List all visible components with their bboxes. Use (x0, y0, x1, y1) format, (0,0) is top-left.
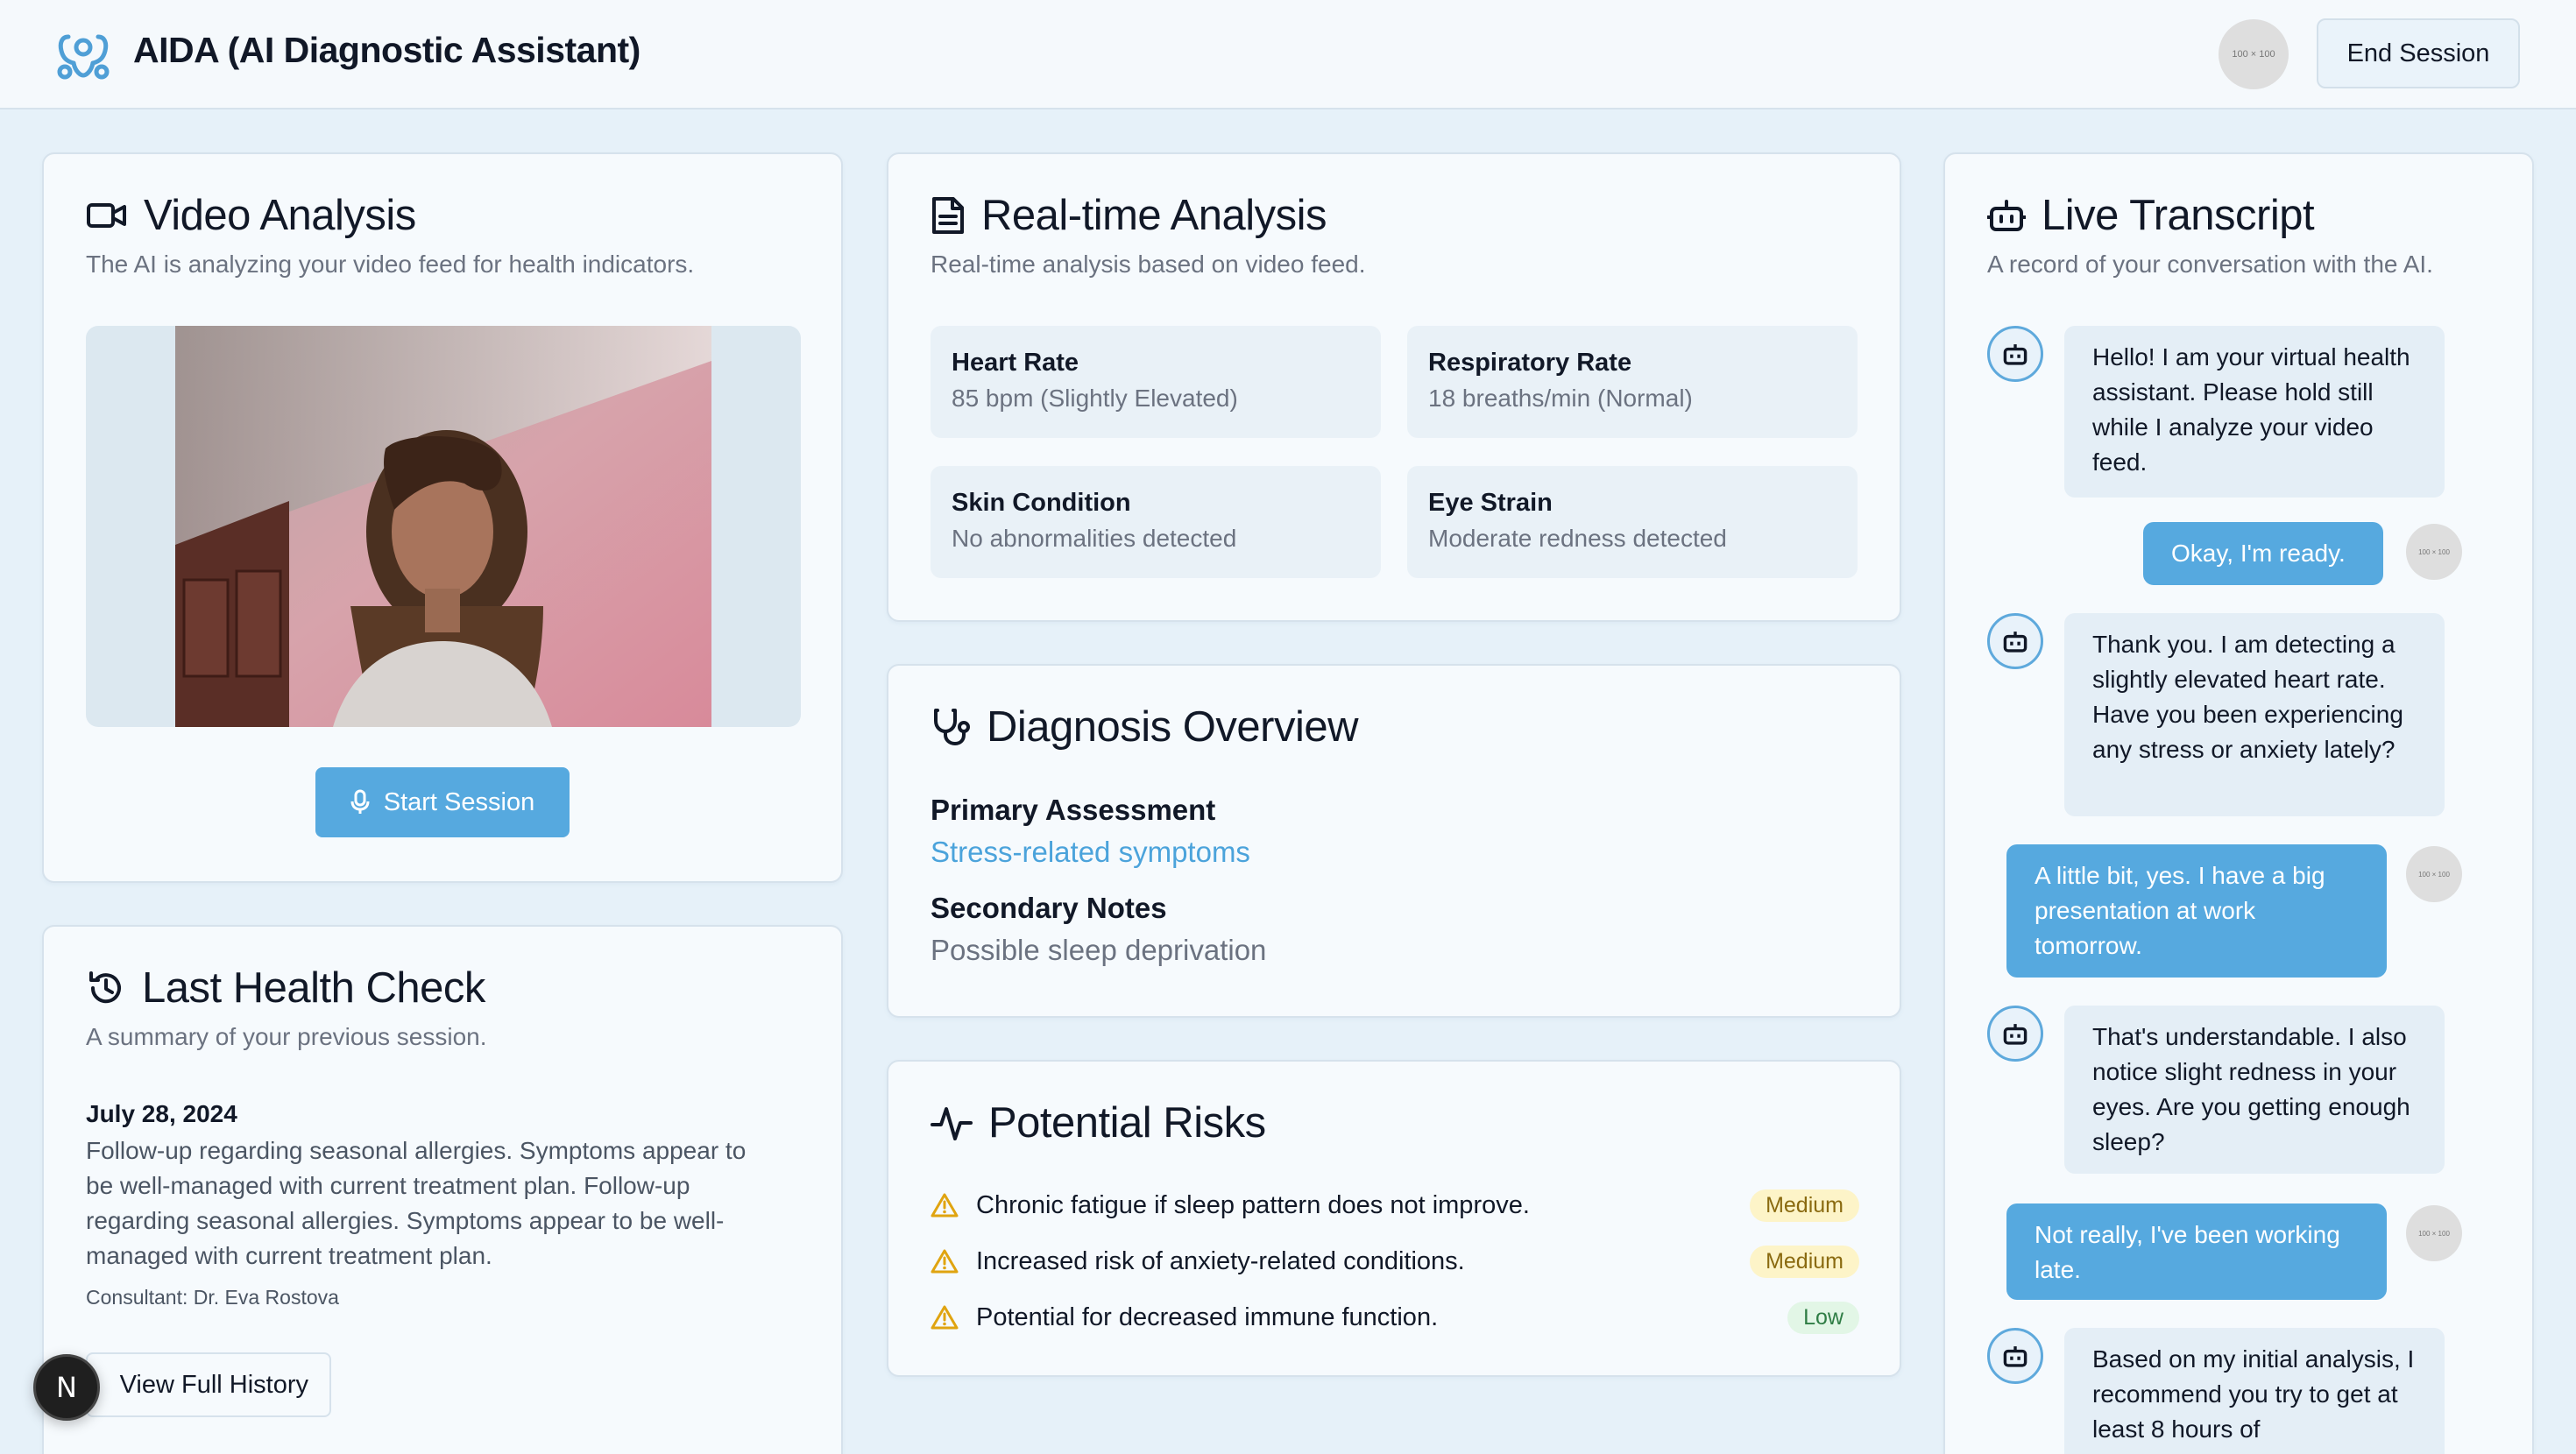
metric-value: Moderate redness detected (1428, 525, 1727, 552)
live-transcript-title: Live Transcript (2042, 192, 2315, 239)
secondary-notes-value: Possible sleep deprivation (931, 934, 1267, 966)
devtools-badge[interactable]: N (33, 1354, 100, 1421)
bot-icon (2003, 344, 2028, 365)
ai-avatar (1987, 1006, 2043, 1062)
diagnosis-overview-card: Diagnosis Overview Primary Assessment St… (887, 664, 1901, 1018)
metric-heart-rate: Heart Rate 85 bpm (Slightly Elevated) (931, 326, 1381, 438)
ai-message: Thank you. I am detecting a slightly ele… (2064, 613, 2445, 816)
risk-level-badge: Medium (1750, 1245, 1859, 1278)
last-health-check-card: Last Health Check A summary of your prev… (42, 925, 843, 1454)
live-transcript-card: Live Transcript A record of your convers… (1943, 152, 2534, 1454)
check-date: July 28, 2024 (86, 1100, 237, 1127)
document-icon (932, 197, 964, 234)
risk-level-badge: Medium (1750, 1189, 1859, 1222)
user-avatar[interactable]: 100 × 100 (2219, 19, 2289, 89)
warning-triangle-icon (931, 1305, 959, 1330)
metric-label: Heart Rate (952, 349, 1079, 377)
warning-triangle-icon (931, 1193, 959, 1218)
consultant-name: Consultant: Dr. Eva Rostova (86, 1286, 339, 1309)
bot-icon (1987, 200, 2026, 231)
realtime-analysis-heading: Real-time Analysis (931, 191, 1327, 240)
video-analysis-heading: Video Analysis (86, 191, 416, 240)
start-session-button[interactable]: Start Session (315, 767, 570, 837)
video-camera-icon (87, 203, 126, 228)
risk-text: Increased risk of anxiety-related condit… (976, 1246, 1465, 1275)
metric-label: Eye Strain (1428, 489, 1553, 517)
user-avatar: 100 × 100 (2406, 1205, 2462, 1261)
metric-eye-strain: Eye Strain Moderate redness detected (1407, 466, 1858, 578)
realtime-analysis-card: Real-time Analysis Real-time analysis ba… (887, 152, 1901, 622)
metric-value: 85 bpm (Slightly Elevated) (952, 385, 1238, 412)
video-analysis-card: Video Analysis The AI is analyzing your … (42, 152, 843, 883)
live-transcript-subtitle: A record of your conversation with the A… (1987, 251, 2433, 278)
app-title: AIDA (AI Diagnostic Assistant) (133, 30, 640, 70)
video-analysis-title: Video Analysis (144, 192, 416, 239)
ai-message: Hello! I am your virtual health assistan… (2064, 326, 2445, 498)
ai-message: Based on my initial analysis, I recommen… (2064, 1328, 2445, 1454)
potential-risks-title: Potential Risks (988, 1099, 1266, 1147)
last-health-check-subtitle: A summary of your previous session. (86, 1023, 487, 1050)
risk-item: Increased risk of anxiety-related condit… (931, 1240, 1859, 1282)
end-session-button[interactable]: End Session (2317, 18, 2520, 88)
user-avatar: 100 × 100 (2406, 524, 2462, 580)
potential-risks-heading: Potential Risks (931, 1098, 1266, 1147)
diagnosis-overview-heading: Diagnosis Overview (931, 702, 1359, 752)
video-feed-image (175, 326, 711, 727)
history-icon (89, 971, 121, 1004)
warning-triangle-icon (931, 1249, 959, 1274)
metric-respiratory-rate: Respiratory Rate 18 breaths/min (Normal) (1407, 326, 1858, 438)
metric-skin-condition: Skin Condition No abnormalities detected (931, 466, 1381, 578)
risk-item: Chronic fatigue if sleep pattern does no… (931, 1184, 1859, 1226)
video-analysis-subtitle: The AI is analyzing your video feed for … (86, 251, 695, 278)
start-session-label: Start Session (383, 787, 535, 816)
realtime-analysis-subtitle: Real-time analysis based on video feed. (931, 251, 1366, 278)
diagnosis-overview-title: Diagnosis Overview (987, 703, 1359, 751)
metric-label: Respiratory Rate (1428, 349, 1632, 377)
metric-value: No abnormalities detected (952, 525, 1237, 552)
ai-message: That's understandable. I also notice sli… (2064, 1006, 2445, 1174)
activity-pulse-icon (931, 1107, 973, 1140)
risk-text: Chronic fatigue if sleep pattern does no… (976, 1190, 1530, 1219)
realtime-analysis-title: Real-time Analysis (981, 192, 1327, 239)
user-message: A little bit, yes. I have a big presenta… (2006, 844, 2387, 978)
metric-label: Skin Condition (952, 489, 1131, 517)
stethoscope-icon (934, 709, 970, 746)
ai-avatar (1987, 613, 2043, 669)
bot-icon (2003, 1024, 2028, 1045)
check-note: Follow-up regarding seasonal allergies. … (86, 1137, 747, 1269)
secondary-notes-label: Secondary Notes (931, 892, 1167, 924)
user-message: Okay, I'm ready. (2143, 522, 2383, 585)
primary-assessment-value: Stress-related symptoms (931, 836, 1250, 868)
bot-icon (2003, 632, 2028, 653)
ai-avatar (1987, 1328, 2043, 1384)
metric-value: 18 breaths/min (Normal) (1428, 385, 1693, 412)
last-health-check-heading: Last Health Check (86, 963, 485, 1013)
stethoscope-logo-icon (57, 34, 110, 80)
bot-icon (2003, 1346, 2028, 1367)
potential-risks-card: Potential Risks Chronic fatigue if sleep… (887, 1060, 1901, 1377)
risk-item: Potential for decreased immune function.… (931, 1296, 1859, 1338)
ai-avatar (1987, 326, 2043, 382)
view-full-history-button[interactable]: View Full History (86, 1352, 331, 1417)
risk-level-badge: Low (1787, 1301, 1859, 1334)
last-health-check-title: Last Health Check (142, 964, 485, 1012)
user-avatar: 100 × 100 (2406, 846, 2462, 902)
risk-text: Potential for decreased immune function. (976, 1302, 1439, 1331)
app-header: AIDA (AI Diagnostic Assistant) 100 × 100… (0, 0, 2576, 109)
video-feed (86, 326, 801, 727)
live-transcript-heading: Live Transcript (1987, 191, 2315, 240)
primary-assessment-label: Primary Assessment (931, 794, 1216, 826)
user-message: Not really, I've been working late. (2006, 1203, 2387, 1300)
microphone-icon (350, 789, 370, 814)
